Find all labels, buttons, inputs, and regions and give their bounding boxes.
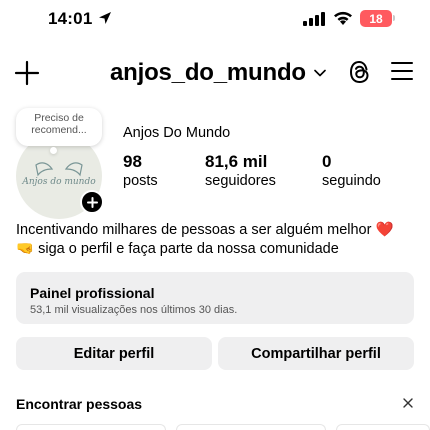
share-profile-button[interactable]: Compartilhar perfil bbox=[218, 337, 414, 370]
profile-header: anjos_do_mundo bbox=[0, 55, 430, 95]
stat-label: seguindo bbox=[322, 173, 381, 189]
heart-emoji-icon: ❤️ bbox=[375, 222, 394, 238]
menu-icon[interactable] bbox=[390, 59, 414, 83]
chevron-down-icon bbox=[314, 69, 326, 77]
cellular-signal-icon bbox=[303, 12, 325, 26]
stat-value: 0 bbox=[322, 152, 332, 171]
suggestion-card[interactable] bbox=[336, 424, 430, 430]
avatar-logo-text: Anjos do mundo bbox=[22, 177, 96, 187]
suggestion-card[interactable] bbox=[176, 424, 326, 430]
dashboard-title: Painel profissional bbox=[30, 285, 155, 301]
account-switcher[interactable]: anjos_do_mundo bbox=[110, 59, 326, 87]
status-time: 14:01 bbox=[48, 9, 93, 28]
avatar-area: Anjos do mundo Preciso de recomend... bbox=[16, 108, 106, 219]
stat-followers[interactable]: 81,6 mil seguidores bbox=[205, 152, 276, 189]
plus-icon bbox=[86, 196, 98, 208]
display-name: Anjos Do Mundo bbox=[123, 125, 231, 141]
bio-line-2: siga o perfil e faça parte da nossa comu… bbox=[38, 241, 339, 257]
status-bar: 14:01 18 bbox=[0, 0, 430, 40]
close-icon[interactable] bbox=[401, 396, 415, 410]
threads-icon[interactable] bbox=[347, 57, 373, 87]
stat-value: 98 bbox=[123, 152, 142, 171]
fist-emoji-icon: 🤜 bbox=[16, 241, 35, 257]
dashboard-subtitle: 53,1 mil visualizações nos últimos 30 di… bbox=[30, 304, 238, 316]
username-title: anjos_do_mundo bbox=[110, 59, 306, 86]
suggestion-card[interactable] bbox=[16, 424, 166, 430]
note-bubble-tail bbox=[50, 147, 57, 154]
battery-tip bbox=[393, 15, 395, 21]
battery-icon: 18 bbox=[360, 10, 392, 27]
edit-profile-button[interactable]: Editar perfil bbox=[16, 337, 212, 370]
battery-level: 18 bbox=[369, 11, 383, 26]
profile-stats: 98 posts 81,6 mil seguidores 0 seguindo bbox=[123, 152, 423, 192]
add-story-button[interactable] bbox=[80, 190, 104, 214]
profile-bio: Incentivando milhares de pessoas a ser a… bbox=[16, 221, 421, 259]
plus-icon[interactable] bbox=[14, 57, 40, 87]
stat-posts[interactable]: 98 posts bbox=[123, 152, 158, 189]
location-arrow-icon bbox=[99, 12, 111, 24]
stat-label: seguidores bbox=[205, 173, 276, 189]
stat-label: posts bbox=[123, 173, 158, 189]
note-bubble[interactable]: Preciso de recomend... bbox=[16, 108, 102, 146]
stat-following[interactable]: 0 seguindo bbox=[322, 152, 381, 189]
wifi-icon bbox=[334, 11, 352, 25]
professional-dashboard[interactable]: Painel profissional 53,1 mil visualizaçõ… bbox=[16, 272, 414, 324]
stat-value: 81,6 mil bbox=[205, 152, 268, 171]
bio-line-1: Incentivando milhares de pessoas a ser a… bbox=[16, 222, 372, 238]
find-people-title: Encontrar pessoas bbox=[16, 396, 143, 412]
